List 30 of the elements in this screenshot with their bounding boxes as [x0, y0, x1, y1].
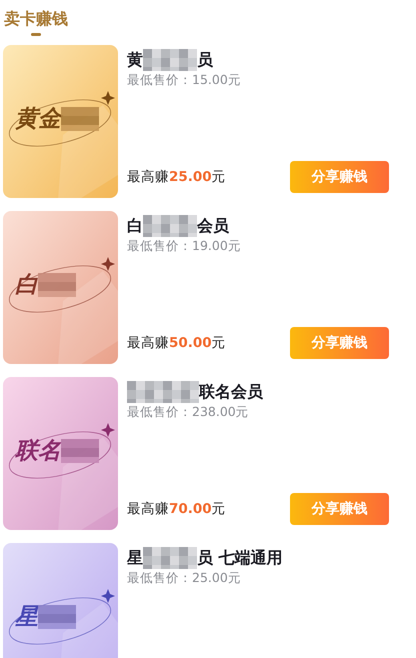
card-art-title: 白 — [15, 271, 38, 299]
share-button[interactable]: 分享赚钱 — [290, 327, 389, 359]
share-button[interactable]: 分享赚钱 — [290, 493, 389, 525]
mosaic-drawing — [143, 49, 197, 71]
card-art-title: 黄金 — [15, 105, 61, 133]
card-title-end: 员 — [197, 50, 213, 70]
mosaic-drawing — [127, 381, 199, 403]
minimum-price: 最低售价：19.00元 — [127, 238, 242, 255]
mosaic-drawing — [38, 605, 76, 629]
card-title-end: 员 七端通用 — [197, 548, 283, 568]
card-title-start: 星 — [127, 548, 143, 568]
mosaic-drawing — [38, 273, 76, 297]
minimum-price: 最低售价：15.00元 — [127, 72, 242, 89]
card-art-title: 星 — [15, 603, 38, 631]
card-title-end: 联名会员 — [199, 382, 263, 402]
max-earnings: 最高赚25.00元 — [127, 168, 226, 186]
max-earnings: 最高赚70.00元 — [127, 500, 226, 518]
minimum-price: 最低售价：25.00元 — [127, 570, 242, 587]
mosaic-drawing — [143, 547, 197, 569]
minimum-price: 最低售价：238.00元 — [127, 404, 250, 421]
card-title-end: 会员 — [197, 216, 229, 236]
tab-indicator — [31, 33, 41, 36]
max-earnings: 最高赚50.00元 — [127, 334, 226, 352]
card-title-start: 黄 — [127, 50, 143, 70]
section-title: 卖卡赚钱 — [4, 8, 68, 30]
mosaic-drawing — [61, 439, 99, 463]
mosaic-drawing — [143, 215, 197, 237]
card-art-title: 联名 — [15, 437, 61, 465]
share-button[interactable]: 分享赚钱 — [290, 161, 389, 193]
card-title-start: 白 — [127, 216, 143, 236]
